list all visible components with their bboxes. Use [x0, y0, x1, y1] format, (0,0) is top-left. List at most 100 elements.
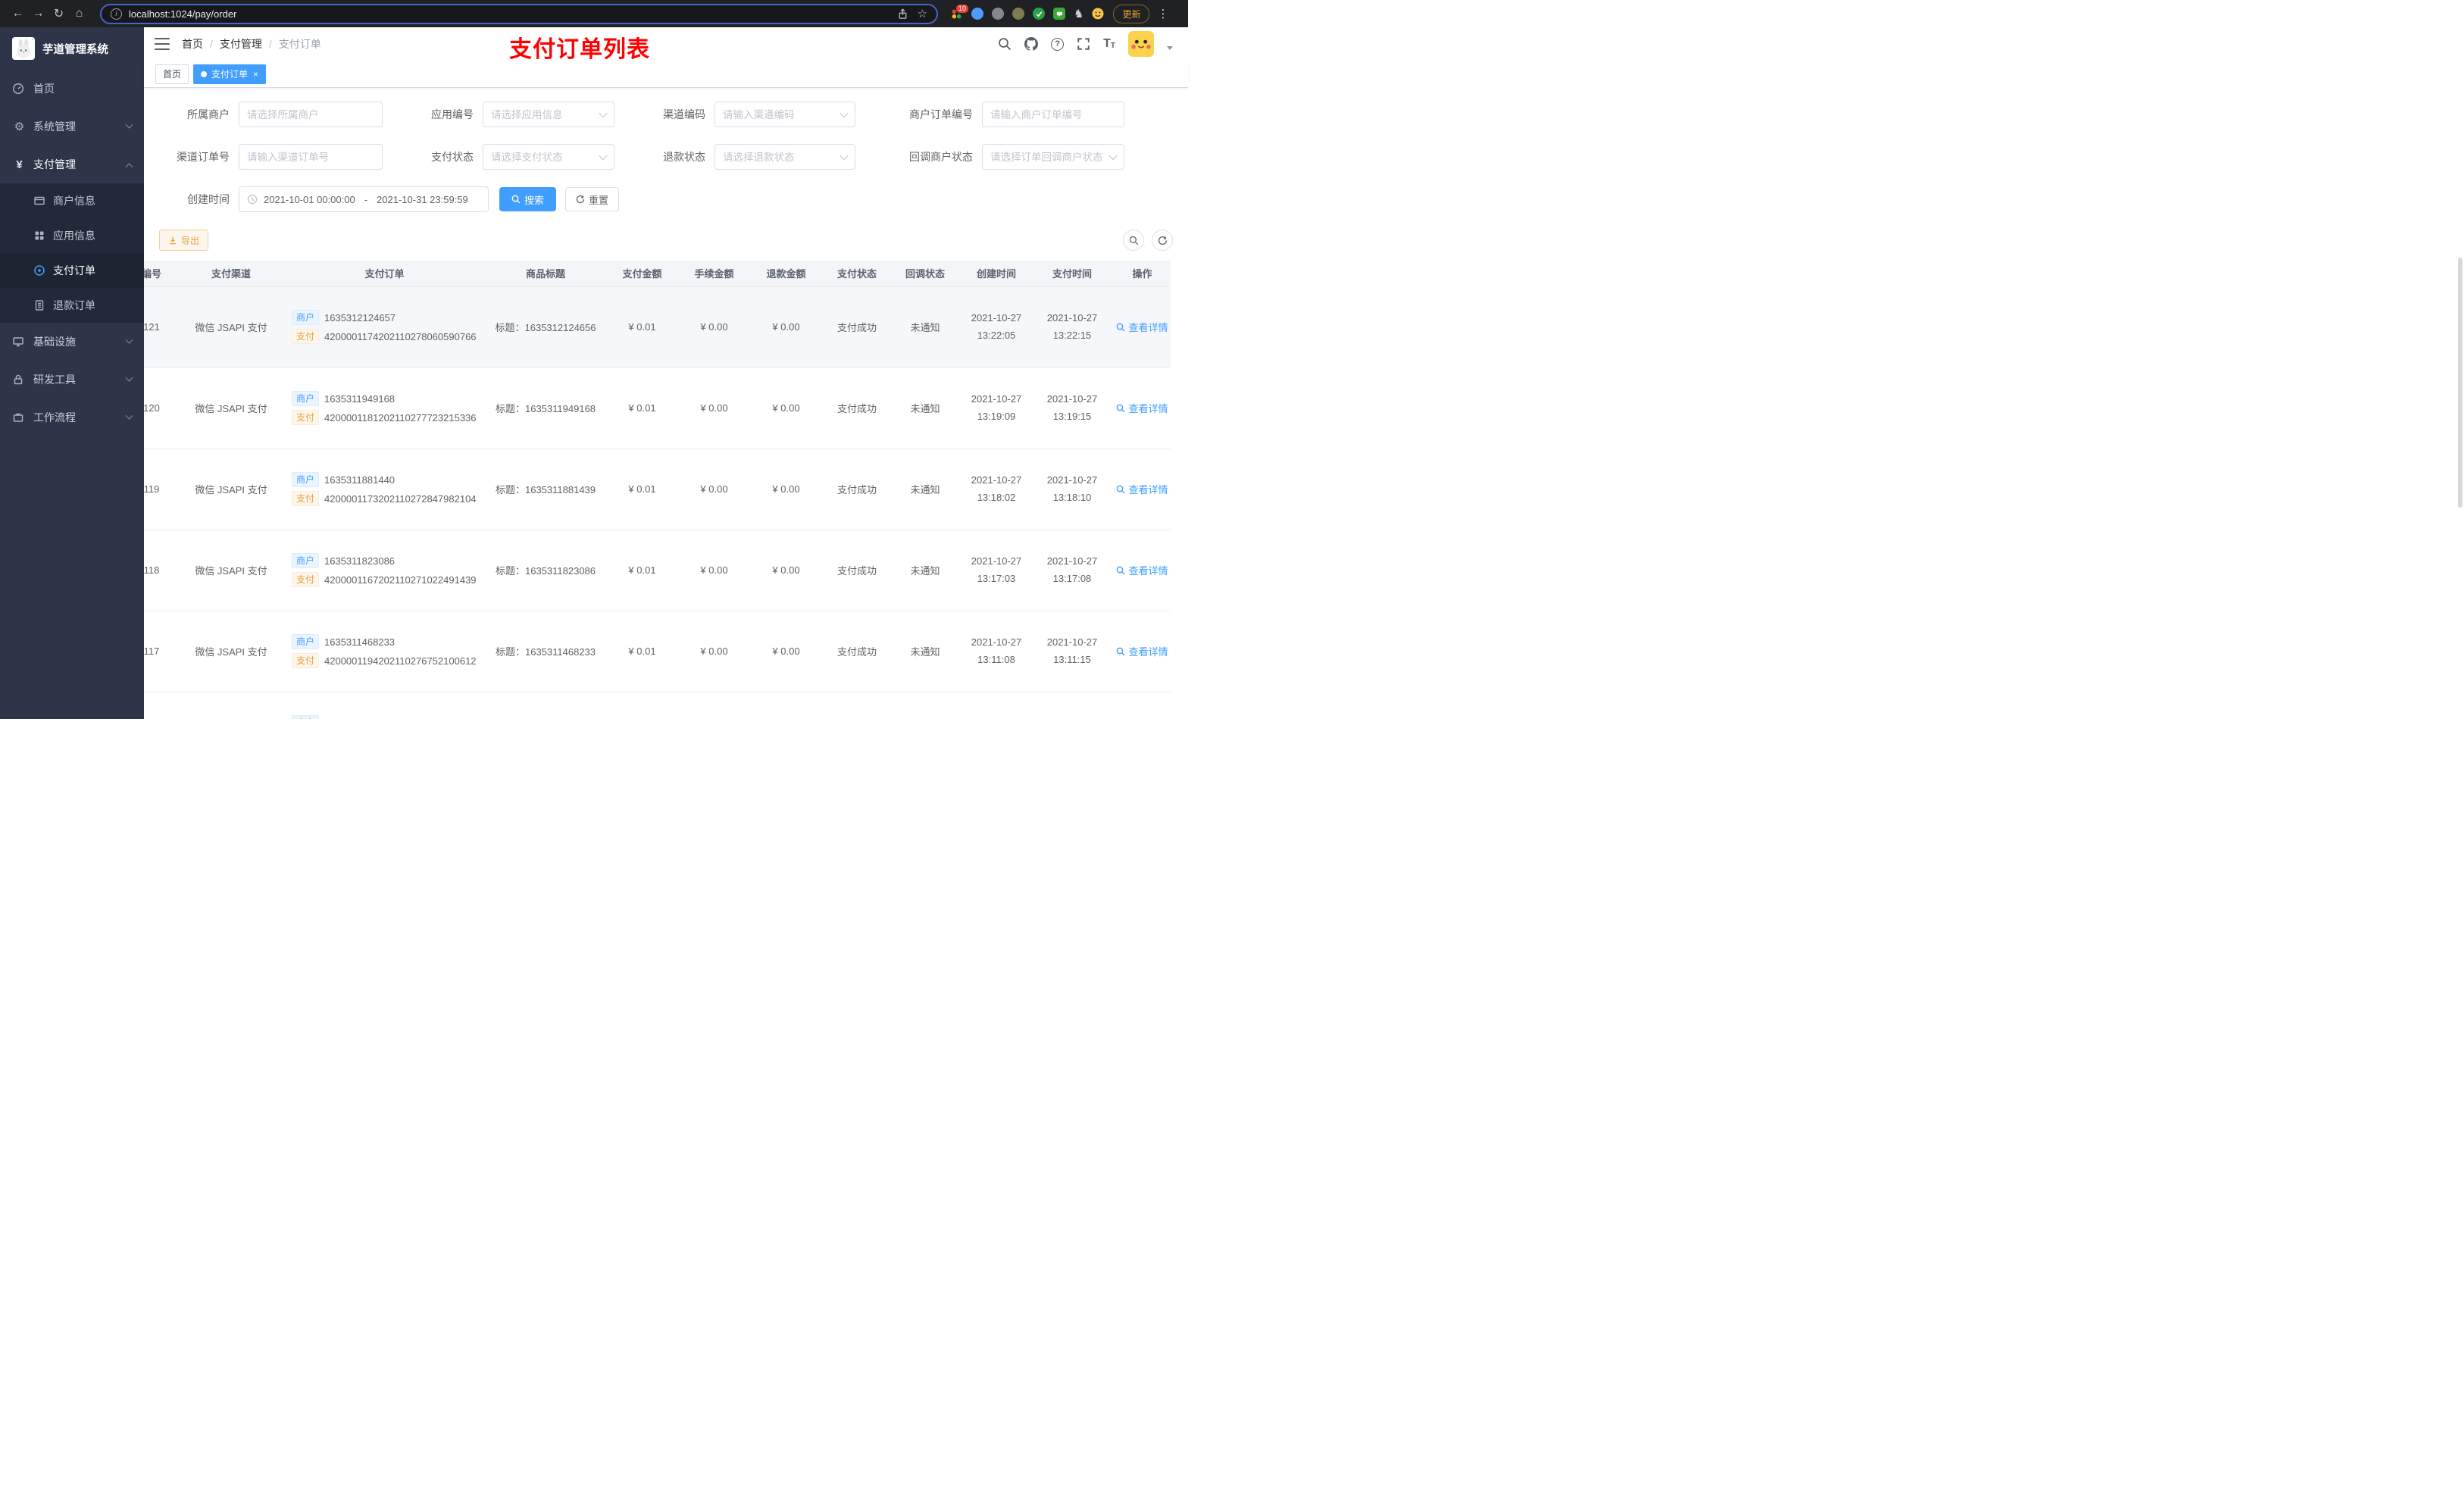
grid-icon [33, 230, 47, 242]
view-detail-link[interactable]: 查看详情 [1116, 563, 1168, 577]
sidebar-item-payment[interactable]: ¥ 支付管理 [0, 145, 144, 183]
clock-icon [247, 194, 258, 205]
view-detail-link[interactable]: 查看详情 [1116, 482, 1168, 496]
back-icon[interactable]: ← [8, 7, 28, 20]
toggle-search-button[interactable] [1123, 230, 1144, 251]
browser-menu-icon[interactable]: ⋮ [1157, 7, 1168, 20]
help-icon[interactable]: ? [1051, 37, 1065, 51]
date-end: 2021-10-31 23:59:59 [377, 193, 468, 205]
col-pay-order: 支付订单 [284, 261, 485, 287]
tab-pay-order[interactable]: 支付订单 × [193, 64, 267, 84]
channel-code-select[interactable] [714, 102, 855, 127]
sidebar-item-workflow[interactable]: 工作流程 [0, 399, 144, 436]
refund-status-select[interactable] [714, 144, 855, 170]
notify-status-select[interactable] [982, 144, 1124, 170]
app-select[interactable] [483, 102, 614, 127]
sidebar-item-label: 退款订单 [53, 299, 95, 311]
merchant-order-no-input[interactable] [990, 108, 1116, 120]
channel-order-no-input[interactable] [247, 151, 374, 163]
cell-create-time: 2021-10-27 13:18:02 [958, 449, 1034, 530]
sidebar-item-app-info[interactable]: 应用信息 [0, 218, 144, 253]
github-icon[interactable] [1024, 37, 1039, 51]
sidebar-item-merchant-info[interactable]: 商户信息 [0, 183, 144, 218]
refresh-table-button[interactable] [1152, 230, 1173, 251]
forward-icon[interactable]: → [28, 7, 48, 20]
extensions-icon[interactable]: 10 [950, 3, 969, 20]
tab-close-icon[interactable]: × [253, 70, 258, 79]
search-icon[interactable] [998, 37, 1012, 51]
monitor-icon [12, 336, 27, 348]
merchant-select[interactable] [239, 102, 383, 127]
merchant-order-no: 1635311823086 [324, 555, 396, 567]
share-icon[interactable] [897, 8, 908, 20]
cell-id: 116 [144, 692, 178, 719]
col-id: 编号 [144, 261, 178, 287]
sidebar-item-refund-order[interactable]: 退款订单 [0, 288, 144, 323]
app-logo[interactable]: 芋道管理系统 [0, 27, 144, 70]
cell-title: 标题：1635312124656 [485, 286, 606, 368]
search-button[interactable]: 搜索 [499, 187, 557, 211]
bookmark-star-icon[interactable]: ☆ [918, 7, 927, 20]
export-button[interactable]: 导出 [159, 230, 209, 251]
vertical-scrollbar[interactable] [2458, 258, 2462, 508]
check-extension-icon[interactable] [1033, 8, 1045, 20]
breadcrumb-payment[interactable]: 支付管理 [220, 36, 262, 52]
cell-action: 查看详情 [1110, 530, 1171, 611]
avatar-caret-icon[interactable] [1167, 45, 1173, 50]
sidebar-item-dev-tools[interactable]: 研发工具 [0, 361, 144, 399]
user-avatar[interactable] [1128, 31, 1154, 57]
date-range-picker[interactable]: 2021-10-01 00:00:00 - 2021-10-31 23:59:5… [239, 186, 489, 212]
channel-code-input[interactable] [723, 108, 836, 120]
reset-button[interactable]: 重置 [565, 187, 620, 211]
merchant-select-input[interactable] [247, 108, 374, 120]
logo-avatar [12, 37, 35, 60]
font-size-icon[interactable]: TT [1103, 38, 1115, 50]
merchant-order-no-field[interactable] [982, 102, 1124, 127]
table-toolbar: 导出 [159, 230, 1173, 251]
channel-order-no-field[interactable] [239, 144, 383, 170]
sidebar-item-home[interactable]: 首页 [0, 70, 144, 108]
breadcrumb-home[interactable]: 首页 [182, 36, 203, 52]
cell-title: 标题：1635311468233 [485, 611, 606, 692]
url-bar[interactable]: i localhost:1024/pay/order ☆ [100, 3, 938, 24]
channel-transaction-no: 4200001174202110278060590766 [324, 330, 477, 342]
notify-status-input[interactable] [990, 151, 1105, 163]
view-detail-link[interactable]: 查看详情 [1116, 401, 1168, 415]
sidebar-item-pay-order[interactable]: 支付订单 [0, 253, 144, 288]
app-select-input[interactable] [491, 108, 596, 120]
gray-extension-icon[interactable] [992, 8, 1004, 20]
cell-pay-time: 2021-10-27 13:18:10 [1034, 449, 1110, 530]
update-button[interactable]: 更新 [1113, 4, 1150, 23]
yen-icon: ¥ [16, 158, 23, 171]
sidebar-item-system[interactable]: ⚙ 系统管理 [0, 108, 144, 145]
refund-status-input[interactable] [723, 151, 836, 163]
fullscreen-icon[interactable] [1077, 37, 1090, 51]
table-row: 117 微信 JSAPI 支付 商户 1635311468233 支付 4200… [144, 611, 1171, 692]
pay-status-select[interactable] [483, 144, 614, 170]
site-info-icon[interactable]: i [111, 8, 122, 20]
cell-action: 查看详情 [1110, 286, 1171, 368]
cell-channel: 微信 JSAPI 支付 [178, 530, 284, 611]
chat-extension-icon[interactable] [1053, 8, 1065, 20]
face-extension-icon[interactable] [1092, 8, 1104, 20]
view-detail-link[interactable]: 查看详情 [1116, 320, 1168, 334]
chevron-down-icon [599, 151, 608, 161]
merchant-tag: 商户 [292, 715, 320, 719]
pay-status-input[interactable] [491, 151, 596, 163]
view-detail-link[interactable]: 查看详情 [1116, 644, 1168, 658]
cell-notify: 未通知 [892, 530, 958, 611]
pay-tag: 支付 [292, 329, 320, 344]
drop-extension-icon[interactable] [971, 8, 983, 20]
cell-amount: ¥ 0.01 [606, 611, 678, 692]
sidebar-item-infrastructure[interactable]: 基础设施 [0, 323, 144, 361]
home-icon[interactable]: ⌂ [69, 7, 89, 20]
knight-extension-icon[interactable]: ♞ [1074, 8, 1083, 20]
channel-transaction-no: 4200001173202110272847982104 [324, 492, 477, 505]
page-annotation: 支付订单列表 [509, 37, 650, 62]
olive-extension-icon[interactable] [1012, 8, 1024, 20]
reload-icon[interactable]: ↻ [48, 6, 69, 21]
cell-id: 118 [144, 530, 178, 611]
sidebar-toggle-icon[interactable] [155, 38, 170, 50]
cell-action: 查看详情 [1110, 449, 1171, 530]
tab-home[interactable]: 首页 [155, 64, 189, 84]
